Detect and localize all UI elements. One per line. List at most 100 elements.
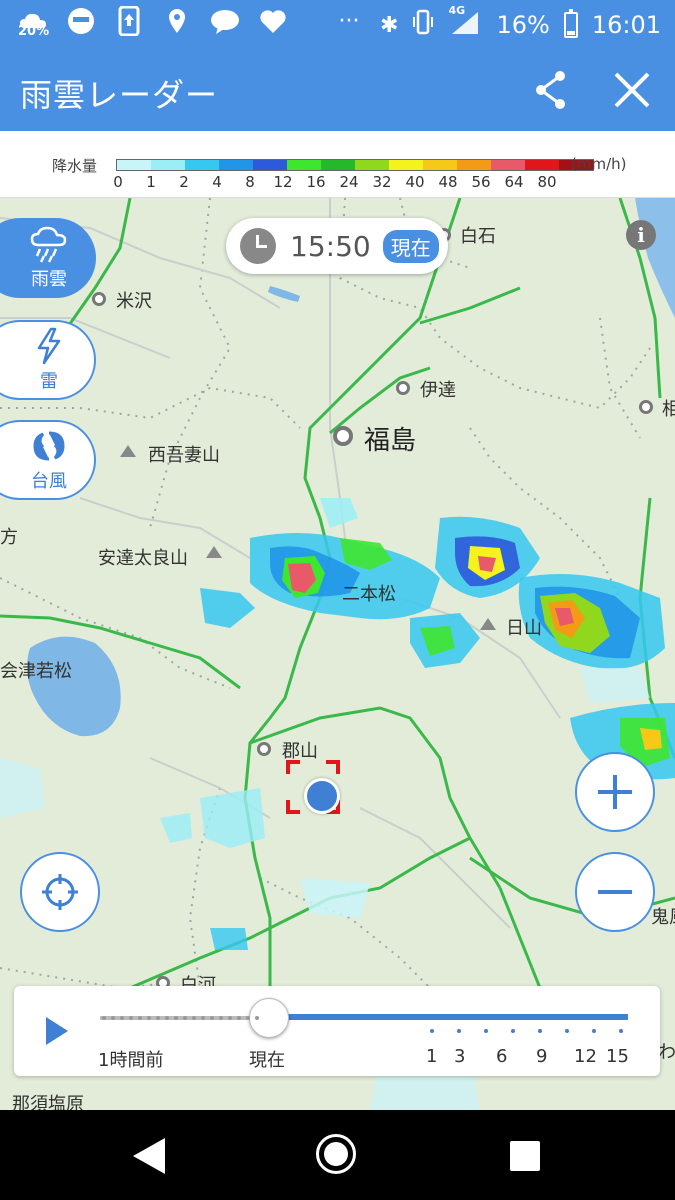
legend-swatch (457, 160, 491, 170)
legend-swatch (389, 160, 423, 170)
legend-swatch (525, 160, 559, 170)
slider-tick-future (430, 1029, 434, 1033)
mountain-icon (480, 618, 496, 630)
bluetooth-icon: ✱ (380, 12, 399, 38)
system-nav-bar (0, 1110, 675, 1200)
slider-tick-future (619, 1029, 623, 1033)
menu-rain-cloud[interactable]: 雨雲 (0, 218, 96, 298)
minus-icon (598, 890, 632, 894)
legend-tick: 8 (245, 173, 255, 191)
signal-icon: 4G (448, 4, 482, 42)
crosshair-icon (42, 874, 78, 910)
slider-tick-future (538, 1029, 542, 1033)
place-aizuwakamatsu: 会津若松 (0, 661, 72, 682)
slider-tick-future (592, 1029, 596, 1033)
legend-tick: 0 (113, 173, 123, 191)
slider-tick-past (111, 1016, 115, 1020)
page-title: 雨雲レーダー (20, 76, 219, 114)
slider-tick-past (138, 1016, 142, 1020)
maps-icon (162, 6, 192, 36)
place-fukushima: 福島 (364, 426, 417, 456)
vibrate-icon (412, 9, 434, 41)
overflow-icon: ··· (338, 8, 360, 34)
zoom-out-button[interactable] (575, 852, 655, 932)
city-marker (396, 381, 410, 395)
future-label: 15 (606, 1046, 629, 1067)
menu-typhoon-label: 台風 (31, 471, 67, 492)
info-icon[interactable]: i (626, 220, 656, 250)
future-label: 9 (536, 1046, 548, 1067)
slider-tick-future (565, 1029, 569, 1033)
legend-tick: 16 (306, 173, 326, 191)
city-marker (92, 292, 106, 306)
legend-tick: 80 (537, 173, 557, 191)
legend-tick: 1 (146, 173, 156, 191)
city-marker-large (333, 426, 353, 446)
legend-tick: 2 (179, 173, 189, 191)
map-base (0, 198, 675, 1110)
network-type: 4G (448, 4, 466, 17)
typhoon-icon (33, 431, 65, 461)
legend-swatch (321, 160, 355, 170)
status-bar: 20% ··· ✱ 4G 16% 16:01 (0, 0, 675, 50)
play-button[interactable] (46, 1017, 68, 1045)
past-label: 1時間前 (98, 1050, 164, 1071)
home-button[interactable] (316, 1134, 356, 1174)
slider-tick-past (183, 1016, 187, 1020)
now-badge: 現在 (382, 229, 439, 263)
legend-swatch (253, 160, 287, 170)
weather-icon: 20% (18, 6, 50, 39)
legend-swatch (185, 160, 219, 170)
clock-time: 16:01 (591, 11, 661, 39)
share-icon[interactable] (530, 68, 574, 112)
back-button[interactable] (133, 1138, 165, 1174)
slider-tick-future (511, 1029, 515, 1033)
future-label: 3 (454, 1046, 466, 1067)
city-marker (257, 742, 271, 756)
legend-tick: 12 (273, 173, 293, 191)
legend-swatch (287, 160, 321, 170)
clock-icon (240, 228, 276, 264)
menu-lightning[interactable]: 雷 (0, 320, 96, 400)
recents-button[interactable] (510, 1141, 540, 1171)
phone-update-icon (114, 6, 144, 36)
slider-tick-future (484, 1029, 488, 1033)
inawashiro-lake (26, 636, 121, 737)
legend-ticks: 0 1 2 4 8 12 16 24 32 40 48 56 64 80 (108, 173, 558, 193)
legend-tick: 40 (405, 173, 425, 191)
place-nishiazuma: 西吾妻山 (148, 445, 220, 466)
legend-color-bar (116, 159, 594, 171)
place-yonezawa: 米沢 (116, 291, 152, 312)
plus-icon (598, 775, 632, 809)
slider-track-future[interactable] (268, 1014, 628, 1020)
zoom-in-button[interactable] (575, 752, 655, 832)
legend-swatch (491, 160, 525, 170)
radar-map[interactable]: 白石 米沢 伊達 相 福島 西吾妻山 方 安達太良山 二本松 日山 会津若松 郡… (0, 198, 675, 1110)
slider-tick-past (129, 1016, 133, 1020)
slider-tick-past (210, 1016, 214, 1020)
slider-tick-past (147, 1016, 151, 1020)
legend-tick: 64 (504, 173, 524, 191)
legend-unit: (mm/h) (571, 155, 627, 173)
mountain-icon (120, 445, 136, 457)
battery-icon (563, 9, 578, 38)
now-label: 現在 (249, 1050, 285, 1071)
legend-swatch (423, 160, 457, 170)
place-nihonmatsu: 二本松 (342, 584, 396, 605)
legend-tick: 32 (372, 173, 392, 191)
legend-tick: 48 (438, 173, 458, 191)
place-edge-left: 方 (0, 527, 18, 548)
slider-tick-past (120, 1016, 124, 1020)
menu-typhoon[interactable]: 台風 (0, 420, 96, 500)
place-adatara: 安達太良山 (98, 548, 188, 569)
time-slider-panel: 1時間前 現在 1 3 6 9 12 15 (14, 986, 660, 1076)
slider-tick-past (165, 1016, 169, 1020)
place-nasushiobara: 那須塩原 (12, 1094, 84, 1110)
close-icon[interactable] (608, 66, 656, 114)
chat-icon (210, 6, 240, 36)
heart-icon (258, 6, 288, 36)
weather-percent: 20% (18, 24, 50, 39)
place-date: 伊達 (420, 380, 456, 401)
locate-me-button[interactable] (20, 852, 100, 932)
slider-tick-past (156, 1016, 160, 1020)
